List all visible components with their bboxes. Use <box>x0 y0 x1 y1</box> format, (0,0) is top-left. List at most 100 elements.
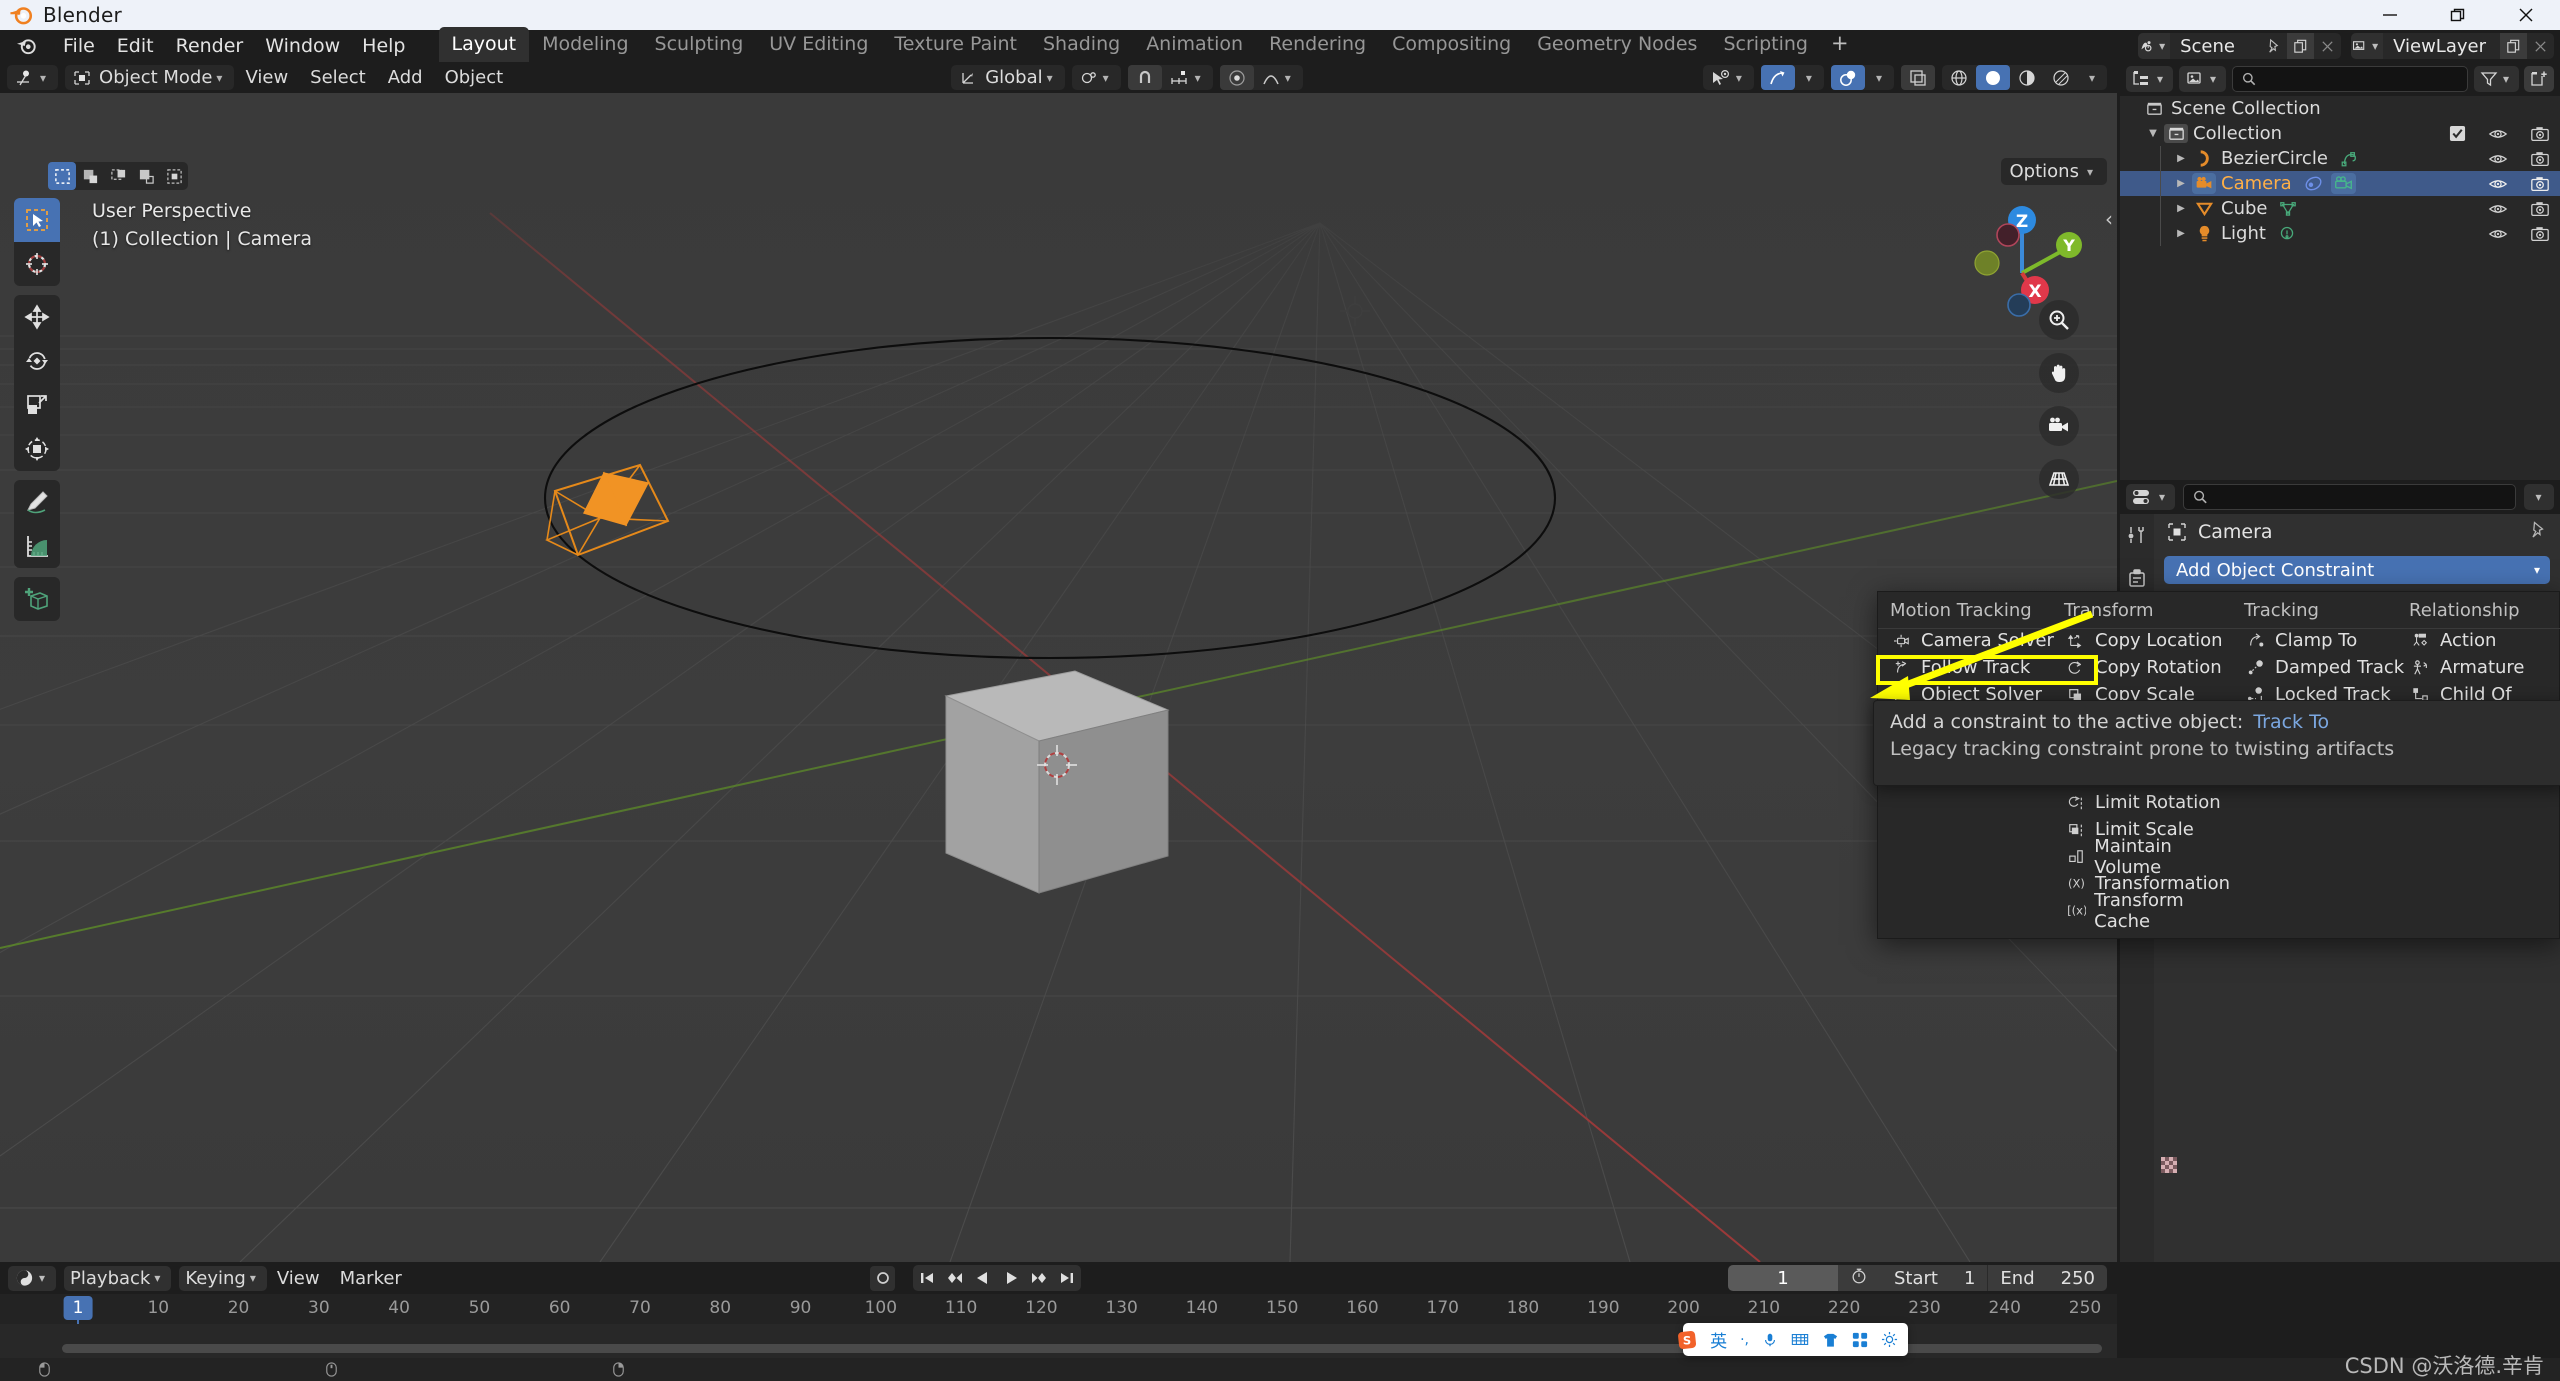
viewport-nav-buttons[interactable] <box>2039 300 2079 499</box>
sogou-ime-toolbar[interactable]: S 英 ·, <box>1678 1323 1908 1356</box>
menu-item-limit-rotation[interactable]: Limit Rotation <box>2060 789 2240 816</box>
object-mode-selector[interactable]: Object Mode ▾ <box>65 65 235 90</box>
timeline-ruler[interactable]: 1 10 20 30 40 50 60 70 80 90 100 110 120 130 140 150 160… <box>0 1294 2117 1381</box>
add-workspace-button[interactable]: + <box>1821 27 1859 62</box>
eye-icon[interactable] <box>2488 199 2508 219</box>
scene-browse-icon[interactable]: ▾ <box>2138 33 2171 59</box>
menu-item-damped-track[interactable]: Damped Track <box>2240 654 2405 681</box>
overlays-dropdown-icon[interactable]: ▾ <box>1865 65 1894 90</box>
tab-animation[interactable]: Animation <box>1133 27 1256 62</box>
eye-icon[interactable] <box>2488 124 2508 144</box>
properties-editor-type-selector[interactable]: ▾ <box>2126 484 2176 510</box>
eye-icon[interactable] <box>2488 224 2508 244</box>
viewport-toolbar[interactable] <box>14 198 60 630</box>
outliner-search-field[interactable] <box>2264 69 2459 89</box>
disclosure-triangle-icon[interactable]: ▶ <box>2170 178 2192 189</box>
tab-modeling[interactable]: Modeling <box>529 27 641 62</box>
viewport-menu-add[interactable]: Add <box>377 64 434 91</box>
timeline-playback-menu[interactable]: Playback ▾ <box>64 1265 172 1291</box>
current-frame-field[interactable]: 1 <box>1727 1265 1838 1291</box>
shading-rendered-icon[interactable] <box>2044 65 2078 90</box>
zoom-icon[interactable] <box>2039 300 2079 340</box>
tab-rendering[interactable]: Rendering <box>1256 27 1379 62</box>
tab-scripting[interactable]: Scripting <box>1710 27 1821 62</box>
viewport-menu-view[interactable]: View <box>234 64 299 91</box>
next-keyframe-icon[interactable] <box>1025 1265 1053 1291</box>
scene-pin-icon[interactable] <box>2260 33 2287 59</box>
disclosure-triangle-icon[interactable]: ▶ <box>2170 228 2192 239</box>
select-subtract-icon[interactable] <box>104 162 132 190</box>
eye-icon[interactable] <box>2488 174 2508 194</box>
outliner-row-collection[interactable]: ▼ Collection <box>2120 121 2560 146</box>
camera-icon[interactable] <box>2039 406 2079 446</box>
viewport-menu-select[interactable]: Select <box>299 64 377 91</box>
perspective-icon[interactable] <box>2039 459 2079 499</box>
tool-select-box-icon[interactable] <box>14 198 60 242</box>
sidebar-toggle-icon[interactable]: ‹ <box>2105 207 2113 231</box>
play-icon[interactable] <box>997 1265 1025 1291</box>
light-data-icon[interactable] <box>2278 225 2296 243</box>
timeline-transport-controls[interactable] <box>870 1265 1081 1291</box>
select-extend-icon[interactable] <box>76 162 104 190</box>
xray-toggle[interactable] <box>1900 65 1935 90</box>
shading-mode-selector[interactable]: ▾ <box>1941 65 2107 90</box>
select-invert-icon[interactable] <box>132 162 160 190</box>
snap-target-icon[interactable]: ▾ <box>1162 65 1213 90</box>
disclosure-triangle-icon[interactable]: ▼ <box>2142 128 2164 139</box>
sogou-logo-icon[interactable]: S <box>1677 1323 1697 1357</box>
outliner-row-cube[interactable]: ▶ Cube <box>2120 196 2560 221</box>
new-collection-button[interactable] <box>2524 66 2554 92</box>
tab-compositing[interactable]: Compositing <box>1379 27 1524 62</box>
close-button[interactable] <box>2492 0 2560 30</box>
select-intersect-icon[interactable] <box>160 162 188 190</box>
viewlayer-browse-icon[interactable]: ▾ <box>2351 33 2384 59</box>
tab-geometry-nodes[interactable]: Geometry Nodes <box>1524 27 1710 62</box>
menu-render[interactable]: Render <box>165 32 255 60</box>
timeline-menu-view[interactable]: View <box>267 1265 330 1292</box>
menu-item-armature[interactable]: Armature <box>2405 654 2560 681</box>
mic-icon[interactable] <box>1762 1332 1778 1348</box>
curve-data-icon[interactable] <box>2340 150 2358 168</box>
menu-item-action[interactable]: Action <box>2405 627 2560 654</box>
settings-icon[interactable] <box>1881 1331 1898 1348</box>
tool-annotate-icon[interactable] <box>14 480 60 524</box>
outliner-filter-button[interactable]: ▾ <box>2473 66 2519 92</box>
outliner-row-camera[interactable]: ▶ Camera <box>2120 171 2560 196</box>
pin-icon[interactable] <box>2528 520 2548 545</box>
outliner-row-scene-collection[interactable]: Scene Collection <box>2120 96 2560 121</box>
outliner-search-input[interactable] <box>2232 66 2468 92</box>
ime-lang-label[interactable]: 英 <box>1710 1327 1727 1352</box>
constraint-icon[interactable] <box>2304 174 2323 193</box>
tool-measure-icon[interactable] <box>14 524 60 568</box>
outliner-display-mode-selector[interactable]: ▾ <box>2126 66 2174 92</box>
camera-render-icon[interactable] <box>2530 174 2550 194</box>
frame-range-fields[interactable]: Start 1 <box>1837 1265 1988 1291</box>
disclosure-triangle-icon[interactable]: ▶ <box>2170 153 2192 164</box>
add-object-constraint-button[interactable]: Add Object Constraint ▾ <box>2164 556 2550 584</box>
falloff-curve-icon[interactable]: ▾ <box>1254 65 1303 90</box>
ime-punctuation-label[interactable]: ·, <box>1740 1332 1749 1348</box>
tool-scale-icon[interactable] <box>14 383 60 427</box>
tool-cursor-icon[interactable] <box>14 242 60 286</box>
skin-icon[interactable] <box>1822 1332 1839 1348</box>
properties-search-field[interactable] <box>2215 487 2507 507</box>
play-reverse-icon[interactable] <box>969 1265 997 1291</box>
end-value[interactable]: 250 <box>2061 1268 2095 1289</box>
auto-keying-icon[interactable] <box>870 1265 895 1291</box>
overlays-toggle-icon[interactable] <box>1830 65 1865 90</box>
proportional-edit-icon[interactable] <box>1219 65 1254 90</box>
tab-tool-icon[interactable] <box>2126 524 2148 551</box>
viewlayer-new-icon[interactable] <box>2500 33 2527 59</box>
outliner-panel[interactable]: ▾ ▾ ▾ Scene Collection ▼ Collection ▶ Be… <box>2120 62 2560 480</box>
shading-solid-icon[interactable] <box>1975 65 2010 90</box>
timeline-menu-marker[interactable]: Marker <box>330 1265 412 1292</box>
outliner-tree[interactable]: Scene Collection ▼ Collection ▶ BezierCi… <box>2120 96 2560 246</box>
tab-sculpting[interactable]: Sculpting <box>642 27 757 62</box>
tab-texture-paint[interactable]: Texture Paint <box>881 27 1030 62</box>
viewlayer-field[interactable]: ▾ ViewLayer <box>2351 33 2554 59</box>
hand-icon[interactable] <box>2039 353 2079 393</box>
jump-start-icon[interactable] <box>913 1265 941 1291</box>
outliner-row-light[interactable]: ▶ Light <box>2120 221 2560 246</box>
tab-layout[interactable]: Layout <box>438 27 530 62</box>
tab-shading[interactable]: Shading <box>1030 27 1133 62</box>
